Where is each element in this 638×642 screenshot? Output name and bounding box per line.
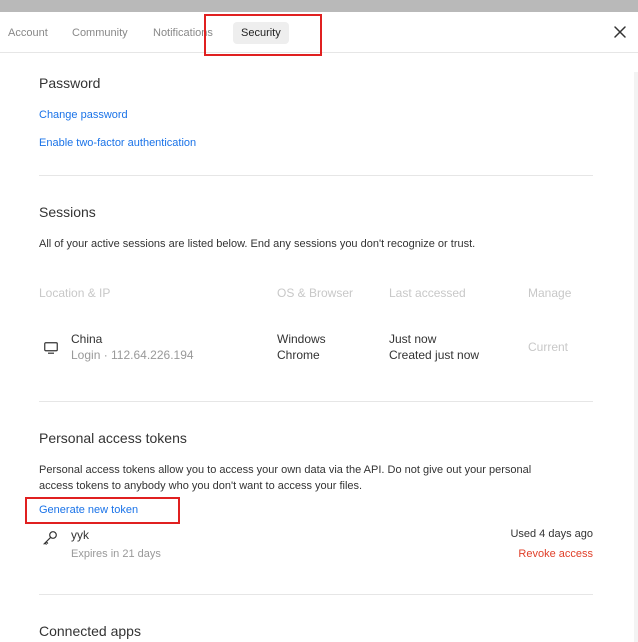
divider bbox=[39, 401, 593, 402]
divider bbox=[39, 594, 593, 595]
tokens-heading: Personal access tokens bbox=[39, 430, 187, 446]
tab-notifications[interactable]: Notifications bbox=[153, 22, 213, 44]
session-browser: Chrome bbox=[277, 348, 320, 362]
column-header-manage: Manage bbox=[528, 286, 572, 300]
session-last-accessed: Just now bbox=[389, 332, 437, 346]
password-heading: Password bbox=[39, 75, 101, 91]
divider bbox=[39, 175, 593, 176]
scrollbar[interactable] bbox=[634, 72, 638, 642]
sessions-description: All of your active sessions are listed b… bbox=[39, 238, 476, 250]
token-expiry: Expires in 21 days bbox=[71, 548, 161, 560]
column-header-location: Location & IP bbox=[39, 286, 111, 300]
key-icon bbox=[42, 530, 58, 551]
column-header-last-accessed: Last accessed bbox=[389, 286, 466, 300]
revoke-access-link[interactable]: Revoke access bbox=[518, 548, 593, 560]
session-os: Windows bbox=[277, 332, 326, 346]
session-manage-status: Current bbox=[528, 340, 569, 354]
generate-token-link[interactable]: Generate new token bbox=[39, 504, 138, 516]
session-location: China bbox=[71, 332, 103, 346]
tokens-description-line2: access tokens to anybody who you don't w… bbox=[39, 480, 363, 492]
connected-apps-heading: Connected apps bbox=[39, 623, 141, 639]
background-overlay bbox=[0, 0, 638, 12]
enable-2fa-link[interactable]: Enable two-factor authentication bbox=[39, 137, 196, 149]
column-header-os: OS & Browser bbox=[277, 286, 354, 300]
token-last-used: Used 4 days ago bbox=[510, 528, 593, 540]
tab-security[interactable]: Security bbox=[233, 22, 289, 44]
token-name: yyk bbox=[71, 528, 89, 542]
session-ip: Login · 112.64.226.194 bbox=[71, 348, 194, 362]
tokens-description-line1: Personal access tokens allow you to acce… bbox=[39, 464, 532, 476]
monitor-icon bbox=[44, 341, 58, 359]
settings-tabs: Account Community Notifications Security bbox=[0, 12, 638, 53]
close-button[interactable] bbox=[612, 24, 628, 40]
session-created: Created just now bbox=[389, 348, 480, 362]
close-icon bbox=[614, 26, 626, 38]
change-password-link[interactable]: Change password bbox=[39, 109, 128, 121]
tab-community[interactable]: Community bbox=[72, 22, 128, 44]
settings-modal: Account Community Notifications Security… bbox=[0, 12, 638, 642]
tab-account[interactable]: Account bbox=[8, 22, 48, 44]
sessions-heading: Sessions bbox=[39, 204, 96, 220]
